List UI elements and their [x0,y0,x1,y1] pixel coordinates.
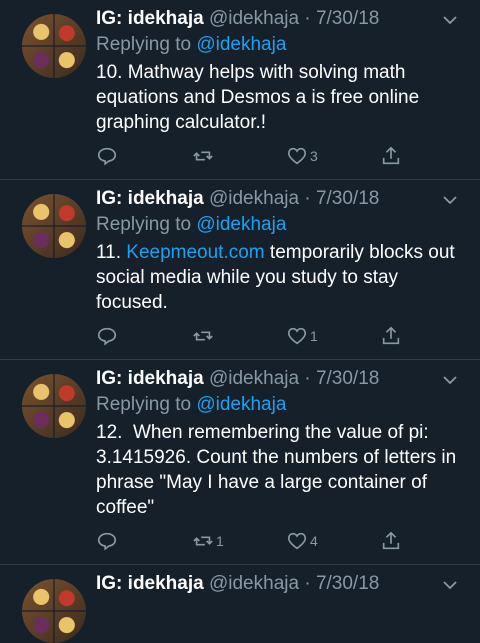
user-handle[interactable]: @idekhaja [209,573,299,594]
share-icon [382,531,400,550]
separator: · [304,368,311,389]
replying-prefix: Replying to [96,34,192,55]
separator: · [304,573,311,594]
chevron-down-icon[interactable] [442,192,458,208]
tweet-text: 12. When remembering the value of pi: 3.… [96,422,462,518]
tweet-date[interactable]: 7/30/18 [316,188,379,209]
display-name[interactable]: IG: idekhaja [96,368,204,389]
like-button[interactable]: 1 [286,325,318,347]
chevron-down-icon[interactable] [442,12,458,28]
share-icon [382,326,400,345]
tweet-header: IG: idekhaja @idekhaja · 7/30/18 [96,573,379,595]
user-handle[interactable]: @idekhaja [209,8,299,29]
chevron-down-icon[interactable] [442,372,458,388]
tweet-text-prefix: 11. [96,242,127,263]
like-button[interactable]: 4 [286,530,318,552]
share-button[interactable] [380,530,402,552]
like-count: 3 [310,148,318,164]
tweet-actions: 1 [96,325,416,349]
retweet-icon [193,331,213,341]
retweet-icon [193,536,213,546]
share-button[interactable] [380,325,402,347]
tweet-header: IG: idekhaja @idekhaja · 7/30/18 [96,368,379,390]
reply-button[interactable] [96,325,120,347]
avatar[interactable] [22,194,86,258]
retweet-button[interactable] [192,145,216,167]
like-count: 4 [310,533,318,549]
separator: · [304,8,311,29]
tweet-text: 10. Mathway helps with solving math equa… [96,62,420,133]
display-name[interactable]: IG: idekhaja [96,573,204,594]
retweet-button[interactable] [192,325,216,347]
replying-prefix: Replying to [96,394,192,415]
user-handle[interactable]: @idekhaja [209,368,299,389]
user-handle[interactable]: @idekhaja [209,188,299,209]
reply-icon [97,532,117,551]
reply-button[interactable] [96,145,120,167]
avatar[interactable] [22,579,86,643]
display-name[interactable]: IG: idekhaja [96,8,204,29]
avatar[interactable] [22,14,86,78]
tweet-2[interactable]: IG: idekhaja @idekhaja · 7/30/18 Replyin… [0,180,480,360]
reply-icon [97,147,117,166]
reply-button[interactable] [96,530,120,552]
tweet-actions: 3 [96,145,416,169]
like-icon [287,327,307,345]
tweet-date[interactable]: 7/30/18 [316,573,379,594]
tweet-feed: IG: idekhaja @idekhaja · 7/30/18 Replyin… [0,0,480,643]
tweet-1[interactable]: IG: idekhaja @idekhaja · 7/30/18 Replyin… [0,0,480,180]
retweet-count: 1 [216,533,224,549]
like-count: 1 [310,328,318,344]
replying-to: Replying to @idekhaja [96,214,286,236]
tweet-date[interactable]: 7/30/18 [316,8,379,29]
like-icon [287,532,307,550]
replying-to: Replying to @idekhaja [96,394,286,416]
avatar[interactable] [22,374,86,438]
like-icon [287,147,307,165]
retweet-button[interactable]: 1 [192,530,224,552]
replying-prefix: Replying to [96,214,192,235]
tweet-header: IG: idekhaja @idekhaja · 7/30/18 [96,8,379,30]
replying-handle-link[interactable]: @idekhaja [196,394,286,415]
replying-handle-link[interactable]: @idekhaja [196,34,286,55]
reply-icon [97,327,117,346]
retweet-icon [193,151,213,161]
tweet-3[interactable]: IG: idekhaja @idekhaja · 7/30/18 Replyin… [0,360,480,565]
share-button[interactable] [380,145,402,167]
separator: · [304,188,311,209]
tweet-actions: 1 4 [96,530,416,554]
share-icon [382,146,400,165]
tweet-text: 11. Keepmeout.com temporarily blocks out… [96,240,466,315]
replying-to: Replying to @idekhaja [96,34,286,56]
replying-handle-link[interactable]: @idekhaja [196,214,286,235]
tweet-date[interactable]: 7/30/18 [316,368,379,389]
tweet-header: IG: idekhaja @idekhaja · 7/30/18 [96,188,379,210]
tweet-link[interactable]: Keepmeout.com [126,242,264,263]
chevron-down-icon[interactable] [442,577,458,593]
like-button[interactable]: 3 [286,145,318,167]
tweet-4[interactable]: IG: idekhaja @idekhaja · 7/30/18 [0,565,480,643]
display-name[interactable]: IG: idekhaja [96,188,204,209]
